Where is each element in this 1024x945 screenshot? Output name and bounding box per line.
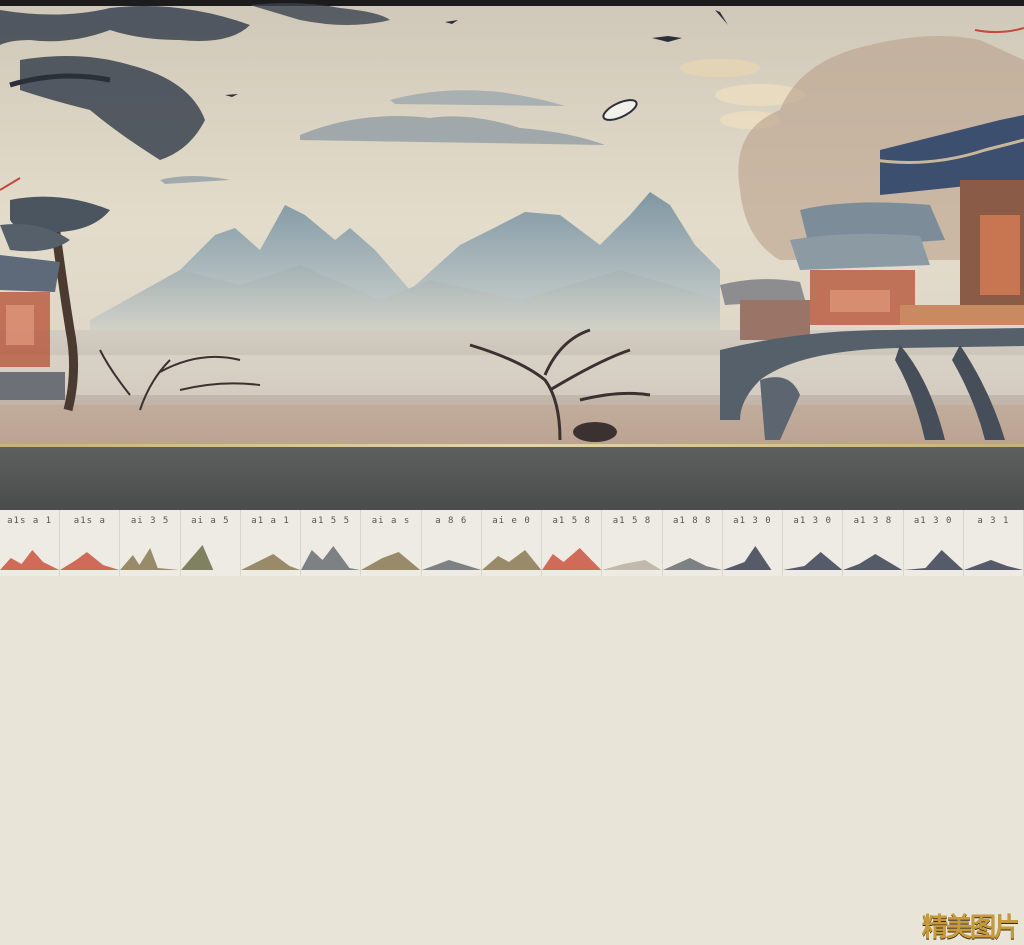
thumbnail-art (843, 554, 903, 570)
thumbnail-art (662, 558, 722, 570)
thumbnail-item[interactable]: ai a 5 (180, 510, 241, 576)
thumbnail-item[interactable]: a1s a 1 (0, 510, 61, 576)
thumbnail-label: a1 5 8 (552, 516, 591, 526)
thumbnail-item[interactable]: a 8 6 (421, 510, 482, 576)
thumbnail-strip: a1s a 1 a1s a ai 3 5 ai a 5 a1 a 1 a1 5 5 ai a… (0, 510, 1024, 576)
thumbnail-label: a1 5 8 (612, 516, 652, 526)
thumbnail-item[interactable]: a1 a 1 (240, 510, 302, 576)
title-bar: 精美图片 (0, 447, 1024, 943)
thumbnail-item[interactable]: a1 3 0 (903, 510, 964, 576)
thumbnail-label: ai a 5 (191, 516, 230, 526)
thumbnail-label: a1 8 8 (672, 516, 712, 526)
thumbnail-art (421, 560, 481, 570)
thumbnail-item[interactable]: a1 5 5 (301, 510, 362, 576)
thumbnail-label: ai a s (371, 516, 411, 526)
thumbnail-item[interactable]: ai 3 5 (120, 510, 181, 576)
thumbnail-label: a1 a 1 (251, 516, 290, 526)
thumbnail-art (180, 545, 214, 570)
thumbnail-art (963, 560, 1023, 570)
thumbnail-art (0, 550, 60, 570)
thumbnail-item[interactable]: a1s a (60, 510, 121, 576)
brand-logo: 精美图片 (921, 905, 1020, 945)
thumbnail-item[interactable]: a1 3 8 (843, 510, 904, 576)
thumbnail-label: a 3 1 (977, 516, 1010, 526)
thumbnail-item[interactable]: a 3 1 (963, 510, 1024, 576)
thumbnail-art (481, 550, 542, 570)
thumbnail-art (240, 554, 301, 570)
reflection (0, 405, 1024, 446)
thumbnail-label: a1 3 0 (733, 516, 772, 526)
thumbnail-art (120, 548, 180, 570)
thumbnail-item[interactable]: a1 8 8 (662, 510, 723, 576)
thumbnail-art (722, 546, 772, 570)
top-border (0, 0, 1024, 6)
thumbnail-item[interactable]: a1 3 0 (722, 510, 784, 576)
thumbnail-art (301, 546, 361, 570)
thumbnail-art (60, 552, 120, 570)
thumbnail-label: a1 5 5 (311, 516, 351, 526)
thumbnail-item[interactable]: ai e 0 (481, 510, 543, 576)
thumbnail-item[interactable]: a1 5 8 (602, 510, 663, 576)
thumbnail-label: a1 3 0 (793, 516, 832, 526)
thumbnail-label: a 8 6 (435, 516, 468, 526)
thumbnail-label: a1s a 1 (7, 516, 53, 526)
landscape-painting (0, 0, 1024, 446)
thumbnail-label: ai e 0 (492, 516, 531, 526)
thumbnail-label: ai 3 5 (130, 516, 170, 526)
thumbnail-art (361, 552, 421, 570)
thumbnail-item[interactable]: ai a s (361, 510, 422, 576)
logo-text: 精美图片 (921, 912, 1020, 943)
thumbnail-art (783, 552, 843, 570)
thumbnail-item[interactable]: a1 5 8 (542, 510, 603, 576)
thumbnail-label: a1s a (73, 516, 106, 526)
thumbnail-art (542, 548, 602, 570)
thumbnail-item[interactable]: a1 3 0 (783, 510, 844, 576)
thumbnail-art (903, 550, 963, 570)
thumbnail-label: a1 3 8 (853, 516, 893, 526)
thumbnail-art (602, 560, 662, 570)
thumbnail-label: a1 3 0 (913, 516, 953, 526)
